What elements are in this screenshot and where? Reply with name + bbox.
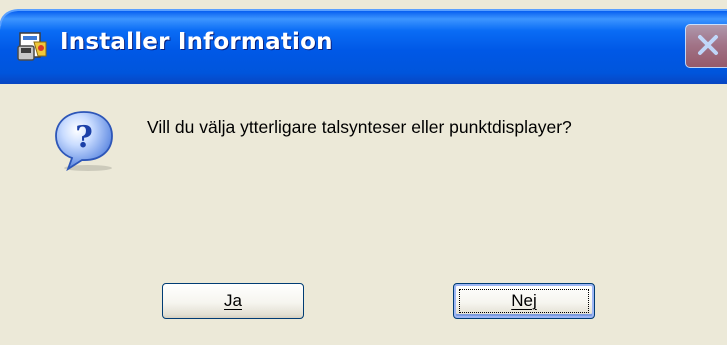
installer-dialog-window: Installer Information ? Vill du välja yt… [0, 0, 727, 345]
installer-icon [16, 30, 48, 62]
no-button-label: Nej [511, 291, 537, 310]
question-icon: ? [50, 109, 120, 172]
window-title: Installer Information [60, 29, 333, 55]
dialog-message: Vill du välja ytterligare talsynteser el… [147, 117, 572, 137]
close-icon [698, 35, 718, 55]
close-button[interactable] [685, 24, 727, 68]
svg-text:?: ? [75, 120, 93, 155]
yes-button-label: Ja [224, 291, 242, 310]
title-bar[interactable]: Installer Information [0, 0, 727, 84]
no-button[interactable]: Nej [453, 283, 595, 319]
yes-button[interactable]: Ja [162, 283, 304, 319]
